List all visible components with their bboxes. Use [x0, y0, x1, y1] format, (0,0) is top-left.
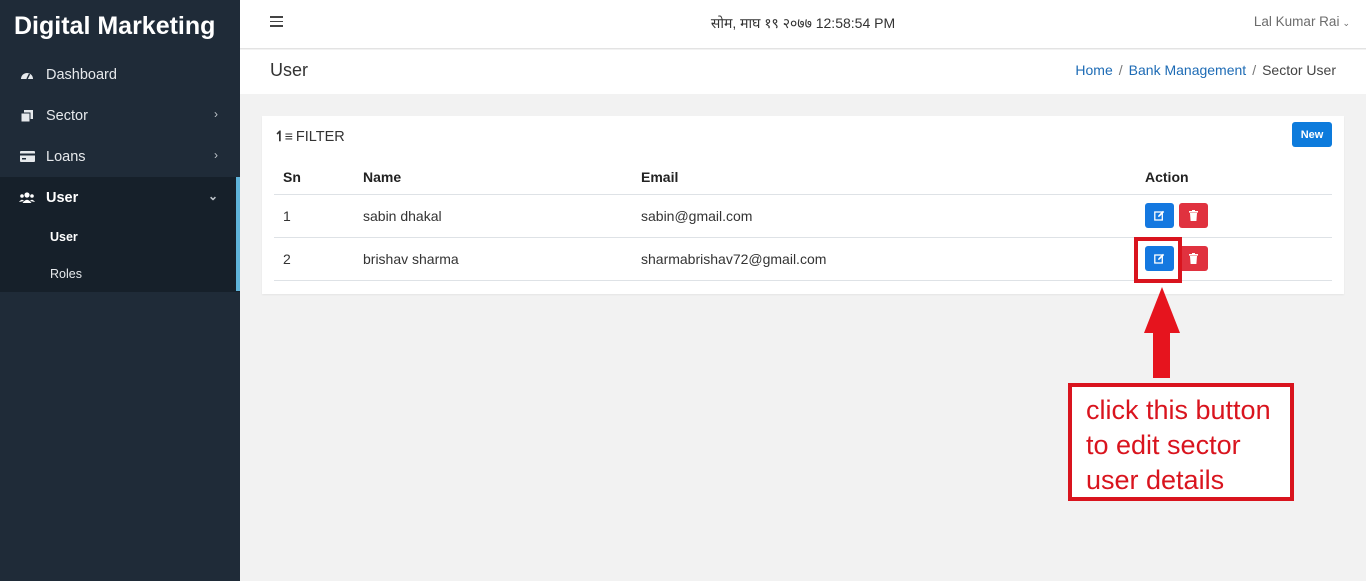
username: Lal Kumar Rai: [1253, 14, 1340, 29]
delete-button[interactable]: [1178, 203, 1208, 228]
cell-name: sabin dhakal: [354, 194, 632, 238]
annotation-line: user details: [1086, 465, 1225, 495]
column-header-name: Name: [354, 160, 632, 195]
column-header-action: Action: [1136, 160, 1332, 195]
delete-button[interactable]: [1178, 246, 1208, 271]
submenu-item-roles[interactable]: Roles: [0, 255, 240, 292]
edit-icon: [1154, 210, 1165, 221]
user-menu[interactable]: Lal Kumar Rai ⌄: [1254, 14, 1350, 29]
cell-email: sharmabrishav72@gmail.com: [632, 237, 1136, 281]
sidebar-item-label: Sector: [46, 107, 88, 124]
annotation-highlight-box: [1134, 237, 1182, 283]
cell-email: sabin@gmail.com: [632, 194, 1136, 238]
cell-sn: 2: [274, 237, 354, 281]
cell-sn: 1: [274, 194, 354, 238]
sidebar-item-loans[interactable]: Loans ›: [0, 136, 240, 177]
annotation-callout: click this button to edit sector user de…: [1068, 383, 1294, 501]
trash-icon: [1188, 210, 1198, 221]
sidebar-item-sector[interactable]: Sector ›: [0, 95, 240, 136]
table-row: 1 sabin dhakal sabin@gmail.com: [274, 194, 1332, 238]
sidebar-item-dashboard[interactable]: Dashboard: [0, 54, 240, 95]
page-header: User Home / Bank Management / Sector User: [240, 50, 1366, 94]
filter-toggle[interactable]: ↿≡ FILTER: [274, 128, 345, 145]
cell-name: brishav sharma: [354, 237, 632, 281]
breadcrumb: Home / Bank Management / Sector User: [1075, 62, 1336, 78]
annotation-arrow-shaft: [1153, 330, 1170, 378]
page-title: User: [270, 60, 309, 80]
sidebar-item-label: Dashboard: [46, 66, 117, 83]
filter-label: FILTER: [295, 128, 345, 145]
chevron-right-icon: ›: [214, 107, 218, 121]
loans-icon: [18, 150, 36, 164]
breadcrumb-separator: /: [1252, 62, 1257, 78]
new-button[interactable]: New: [1292, 122, 1332, 147]
edit-button[interactable]: [1145, 203, 1174, 228]
brand-title[interactable]: Digital Marketing: [0, 0, 240, 54]
breadcrumb-separator: /: [1118, 62, 1123, 78]
chevron-right-icon: ›: [214, 148, 218, 162]
sector-icon: [18, 109, 36, 123]
sidebar-item-label: User: [46, 189, 79, 206]
annotation-line: to edit sector: [1086, 430, 1241, 460]
dashboard-icon: [18, 68, 36, 82]
sidebar-item-label: Loans: [46, 148, 86, 165]
column-header-email: Email: [632, 160, 1136, 195]
user-submenu: User Roles: [0, 218, 240, 292]
breadcrumb-current: Sector User: [1262, 62, 1336, 78]
chevron-down-icon: ⌄: [1342, 18, 1350, 28]
submenu-item-user[interactable]: User: [0, 218, 240, 255]
table-header-row: Sn Name Email Action: [274, 160, 1332, 195]
trash-icon: [1188, 253, 1198, 264]
topbar: सोम, माघ १९ २०७७ 12:58:54 PM Lal Kumar R…: [240, 0, 1366, 49]
active-indicator: [236, 177, 240, 291]
chevron-down-icon: ⌄: [207, 189, 218, 203]
sidebar-item-user[interactable]: User ⌄: [0, 177, 240, 291]
users-icon: [18, 191, 36, 205]
column-header-sn: Sn: [274, 160, 354, 195]
filter-icon: ↿≡: [274, 128, 293, 144]
annotation-line: click this button: [1086, 395, 1271, 425]
sidebar: Digital Marketing Dashboard Sector › Loa…: [0, 0, 240, 581]
breadcrumb-home[interactable]: Home: [1075, 62, 1112, 78]
annotation-arrow-head: [1144, 287, 1180, 333]
datetime-display: सोम, माघ १९ २०७७ 12:58:54 PM: [710, 15, 896, 31]
cell-action: [1136, 194, 1332, 238]
breadcrumb-bank-management[interactable]: Bank Management: [1129, 62, 1247, 78]
